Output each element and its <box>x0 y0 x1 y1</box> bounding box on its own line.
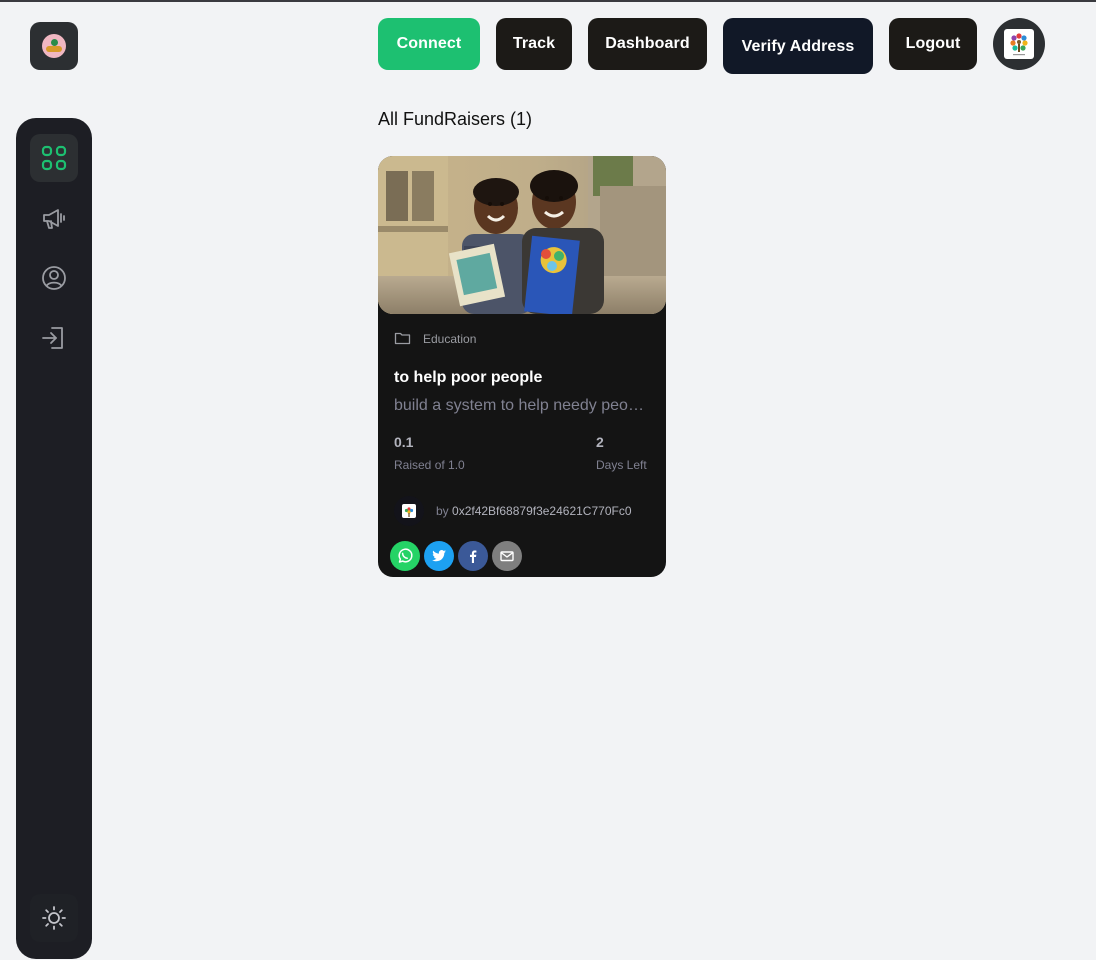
fundraiser-card[interactable]: Education to help poor people build a sy… <box>378 156 666 577</box>
grid-icon <box>41 145 67 171</box>
sidebar-item-login[interactable] <box>30 314 78 362</box>
email-icon <box>500 551 514 562</box>
megaphone-icon <box>43 209 65 229</box>
whatsapp-icon <box>398 548 413 563</box>
owner-prefix: by <box>436 504 453 518</box>
share-facebook-button[interactable] <box>458 541 488 571</box>
app-logo[interactable] <box>30 22 78 70</box>
logo-image <box>42 34 66 58</box>
sidebar-item-profile[interactable] <box>30 254 78 302</box>
twitter-icon <box>432 550 446 562</box>
owner-text: by 0x2f42Bf68879f3e24621C770Fc0 <box>436 504 648 518</box>
connect-button[interactable]: Connect <box>378 18 480 70</box>
logout-button[interactable]: Logout <box>889 18 977 70</box>
share-twitter-button[interactable] <box>424 541 454 571</box>
sidebar-item-dashboard[interactable] <box>30 134 78 182</box>
share-email-button[interactable] <box>492 541 522 571</box>
user-circle-icon <box>42 266 66 290</box>
sun-icon <box>42 906 66 930</box>
campaign-title: to help poor people <box>394 369 543 386</box>
category-label: Education <box>423 331 477 346</box>
share-buttons <box>390 541 526 571</box>
share-whatsapp-button[interactable] <box>390 541 420 571</box>
facebook-icon <box>470 550 477 563</box>
days-left-value: 2 <box>596 434 604 450</box>
campaign-image <box>378 156 666 314</box>
folder-icon <box>394 332 411 345</box>
campaign-category: Education <box>394 330 476 347</box>
page-title: All FundRaisers (1) <box>378 109 533 129</box>
dashboard-button[interactable]: Dashboard <box>588 18 707 70</box>
track-button[interactable]: Track <box>496 18 572 70</box>
raised-label: Raised of 1.0 <box>394 458 465 472</box>
raised-amount: 0.1 <box>394 434 414 450</box>
sidebar <box>16 118 92 959</box>
campaign-owner: by 0x2f42Bf68879f3e24621C770Fc0 <box>394 496 648 526</box>
top-border <box>0 0 1096 2</box>
owner-address: 0x2f42Bf68879f3e24621C770Fc0 <box>452 504 632 518</box>
sidebar-item-campaign[interactable] <box>30 194 78 242</box>
verify-address-button[interactable]: Verify Address <box>723 18 873 74</box>
days-left-label: Days Left <box>596 458 647 472</box>
avatar <box>1004 29 1034 59</box>
verify-address-label: Verify Address <box>741 38 855 55</box>
campaign-description: build a system to help needy people <box>394 397 646 414</box>
theme-toggle-button[interactable] <box>30 894 78 942</box>
profile-avatar-button[interactable] <box>993 18 1045 70</box>
owner-avatar <box>394 496 424 526</box>
login-icon <box>42 327 63 349</box>
